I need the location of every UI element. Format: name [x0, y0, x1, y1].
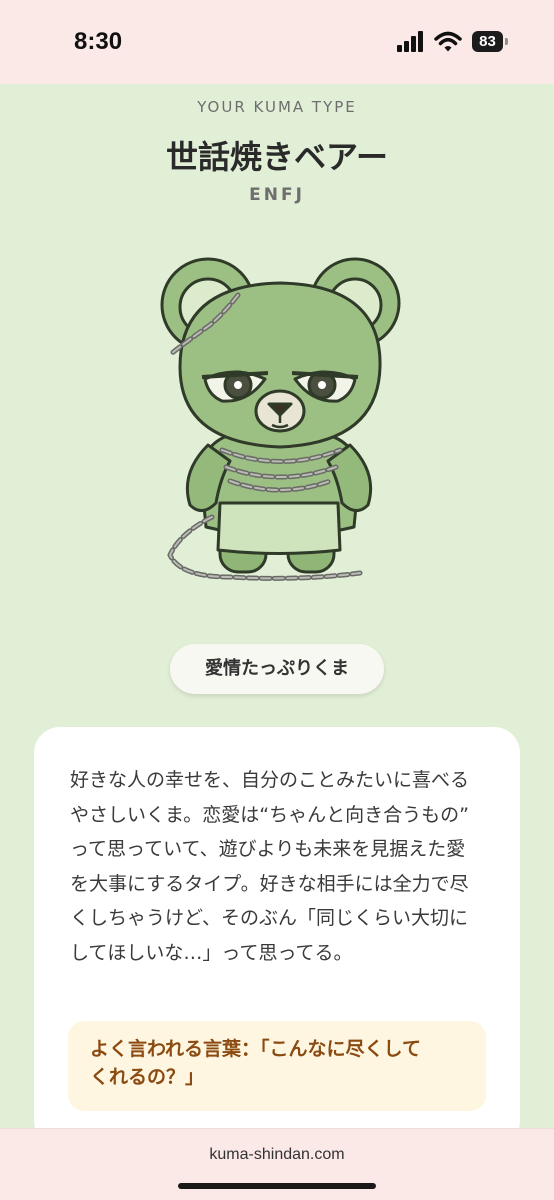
signal-icon: [397, 31, 423, 52]
home-indicator[interactable]: [178, 1183, 376, 1189]
description-line: 好きな人の幸せを、自分のことみたいに喜べる: [70, 769, 470, 791]
type-description: 好きな人の幸せを、自分のことみたいに喜べる やさしいくま。恋愛は“ちゃんと向き合…: [70, 763, 490, 970]
description-line: って思っていて、遊びよりも未来を見据えた愛: [70, 838, 466, 860]
description-line: してほしいな…」って思ってる。: [70, 941, 353, 964]
type-title: 世話焼きベアー: [165, 138, 389, 176]
common-phrase-line: くれるの？」: [90, 1066, 205, 1088]
browser-url-bar[interactable]: kuma-shindan.com: [0, 1128, 554, 1200]
type-tag-pill: 愛情たっぷりくま: [170, 644, 384, 694]
url-text[interactable]: kuma-shindan.com: [0, 1146, 554, 1164]
description-line: くしちゃうけど、そのぶん「同じくらい大切に: [70, 907, 469, 929]
description-line: を大事にするタイプ。好きな相手には全力で尽: [70, 872, 469, 895]
bear-illustration: [160, 257, 401, 581]
battery-tip: [505, 38, 508, 45]
type-kicker: YOUR KUMA TYPE: [197, 98, 357, 116]
type-code: ENFJ: [249, 185, 305, 205]
description-card: 好きな人の幸せを、自分のことみたいに喜べる やさしいくま。恋愛は“ちゃんと向き合…: [34, 727, 520, 1147]
common-phrase-line: よく言われる言葉：「こんなに尽くして: [90, 1038, 421, 1060]
status-time: 8:30: [74, 28, 123, 55]
description-line: やさしいくま。恋愛は“ちゃんと向き合うもの”: [70, 803, 469, 826]
wifi-icon: [434, 31, 462, 52]
battery-icon: 83: [472, 31, 503, 52]
common-phrase-box: よく言われる言葉：「こんなに尽くして くれるの？」: [68, 1021, 486, 1111]
status-icons: 83: [396, 30, 511, 54]
status-bar: 8:30 83: [0, 0, 554, 84]
